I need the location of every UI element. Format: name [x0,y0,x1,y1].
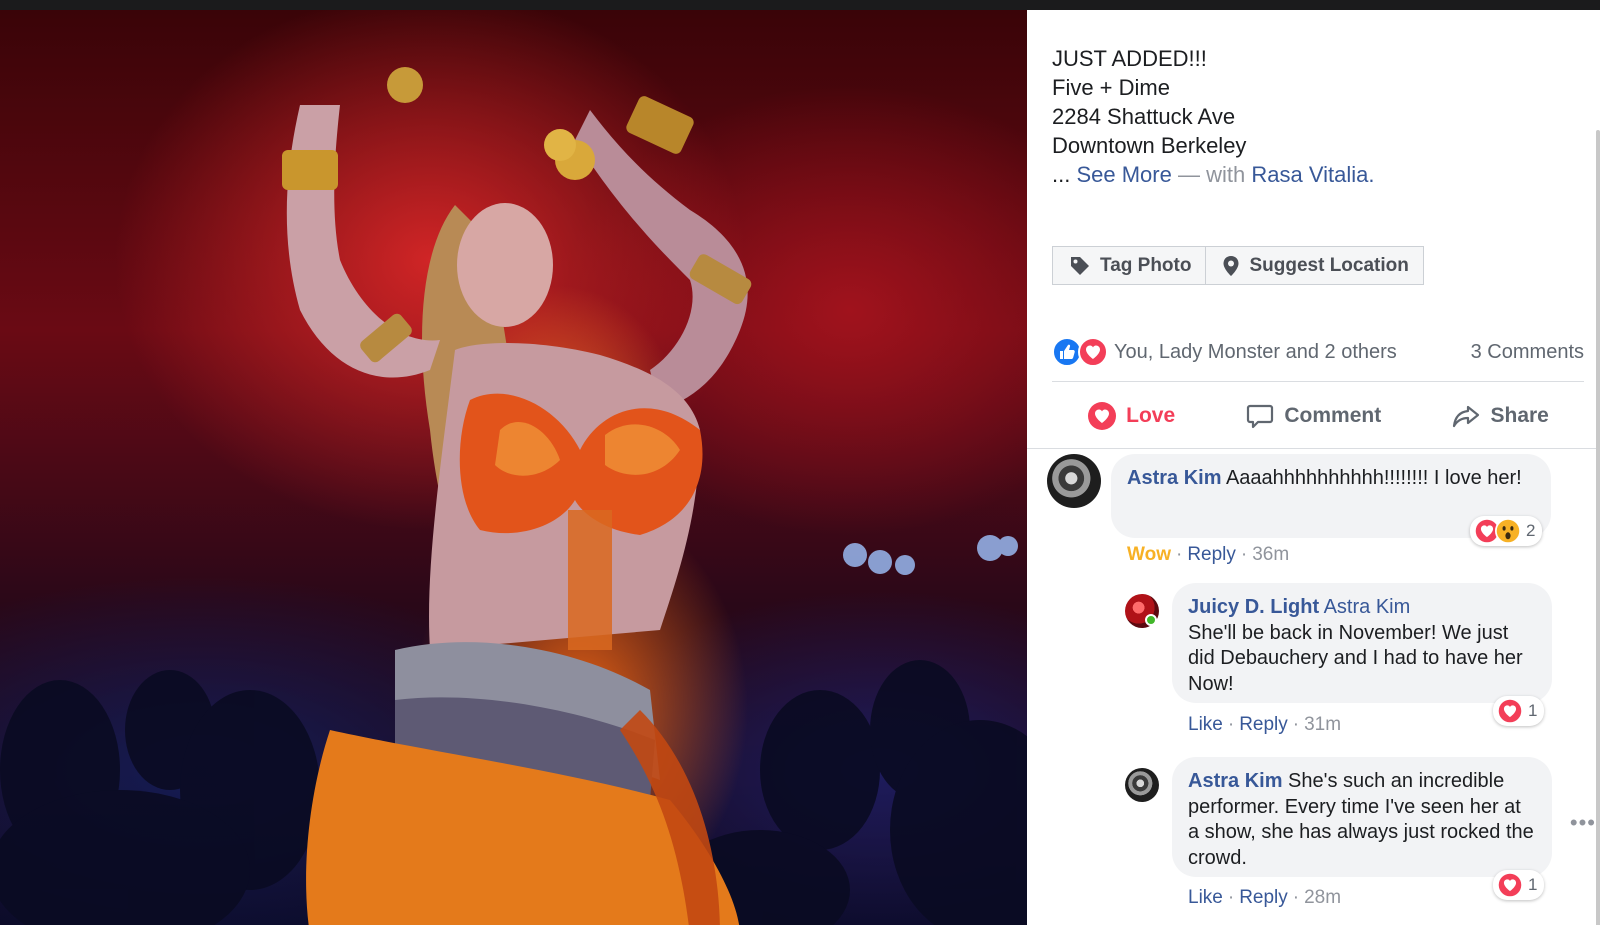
comment-author[interactable]: Juicy D. Light [1188,596,1319,618]
share-arrow-icon [1451,401,1481,431]
comment-author[interactable]: Astra Kim [1127,467,1221,489]
avatar[interactable] [1047,454,1101,508]
comments-count-link[interactable]: 3 Comments [1471,341,1584,364]
separator-dot: · [1175,544,1183,565]
post-action-bar: Love Comment Share [1052,388,1584,444]
share-label: Share [1490,404,1549,427]
timestamp[interactable]: 28m [1304,887,1341,908]
more-options-icon[interactable]: ••• [1570,810,1596,836]
reply-link[interactable]: Reply [1239,887,1288,908]
heart-icon [1087,401,1117,431]
reply-link[interactable]: Reply [1239,714,1288,735]
comment-bubble: Juicy D. Light Astra Kim She'll be back … [1172,583,1552,703]
caption-line-3: 2284 Shattuck Ave [1052,104,1236,129]
love-button[interactable]: Love [1087,401,1175,431]
comment-reactions[interactable]: 1 [1493,870,1545,900]
post-details-panel: JUST ADDED!!! Five + Dime 2284 Shattuck … [1027,10,1600,925]
divider [1052,381,1584,382]
separator-dot: · [1227,714,1235,735]
like-link[interactable]: Like [1188,714,1223,735]
caption-ellipsis: ... [1052,162,1071,187]
comment-author[interactable]: Astra Kim [1188,770,1282,792]
with-text: — with [1177,162,1246,187]
divider [1027,448,1600,449]
comment-meta: Wow · Reply · 36m [1127,544,1289,566]
location-pin-icon [1222,255,1240,277]
post-photo[interactable] [0,10,1027,925]
comment-text: She'll be back in November! We just did … [1188,621,1523,695]
reaction-count: 2 [1526,521,1536,540]
dancer-illustration [0,67,1027,925]
reactions-summary: You, Lady Monster and 2 others 3 Comment… [1052,332,1584,372]
comment-text: Aaaahhhhhhhhhh!!!!!!!! I love her! [1225,467,1522,489]
suggest-location-button[interactable]: Suggest Location [1206,246,1424,285]
reaction-icons [1052,337,1108,367]
timestamp[interactable]: 31m [1304,714,1341,735]
see-more-link[interactable]: See More [1076,162,1171,187]
reply-link[interactable]: Reply [1187,544,1236,565]
wow-reaction-icon [1495,518,1521,544]
comment-bubble: Astra Kim She's such an incredible perfo… [1172,757,1552,877]
separator-dot: · [1240,544,1248,565]
comment-reactions[interactable]: 2 [1470,516,1543,546]
tag-photo-button[interactable]: Tag Photo [1052,246,1207,285]
tagged-person-link[interactable]: Rasa Vitalia. [1251,162,1374,187]
wow-reacted-button[interactable]: Wow [1127,544,1171,565]
photo-actions: Tag Photo Suggest Location [1052,246,1424,285]
caption-line-5: ... See More — with Rasa Vitalia. [1052,160,1572,189]
scrollbar[interactable] [1596,130,1600,925]
tag-photo-label: Tag Photo [1100,254,1192,276]
love-reaction-icon [1497,698,1523,724]
reactions-left[interactable]: You, Lady Monster and 2 others [1052,337,1397,367]
suggest-location-label: Suggest Location [1249,254,1409,276]
mentioned-user-link[interactable]: Astra Kim [1324,596,1411,618]
online-status-dot [1145,614,1157,626]
top-strip [0,0,1600,10]
comment-bubble-icon [1245,401,1275,431]
reactions-summary-text: You, Lady Monster and 2 others [1114,340,1397,363]
caption-line-1: JUST ADDED!!! [1052,46,1207,71]
share-button[interactable]: Share [1451,401,1549,431]
caption-line-4: Downtown Berkeley [1052,133,1247,158]
separator-dot: · [1292,714,1300,735]
comment-label: Comment [1284,404,1382,427]
timestamp[interactable]: 36m [1252,544,1289,565]
comment-reactions[interactable]: 1 [1493,696,1545,726]
like-link[interactable]: Like [1188,887,1223,908]
avatar[interactable] [1125,768,1159,802]
comment-button[interactable]: Comment [1245,401,1381,431]
comment-meta: Like · Reply · 31m [1188,714,1341,736]
love-reaction-icon [1078,337,1108,367]
comment-meta: Like · Reply · 28m [1188,887,1341,909]
separator-dot: · [1292,887,1300,908]
tag-icon [1069,255,1091,277]
caption-line-2: Five + Dime [1052,75,1170,100]
reaction-count: 1 [1528,875,1538,894]
post-caption: JUST ADDED!!! Five + Dime 2284 Shattuck … [1052,44,1572,189]
separator-dot: · [1227,887,1235,908]
love-reaction-icon [1497,872,1523,898]
reaction-count: 1 [1528,701,1538,720]
love-label: Love [1126,404,1176,427]
